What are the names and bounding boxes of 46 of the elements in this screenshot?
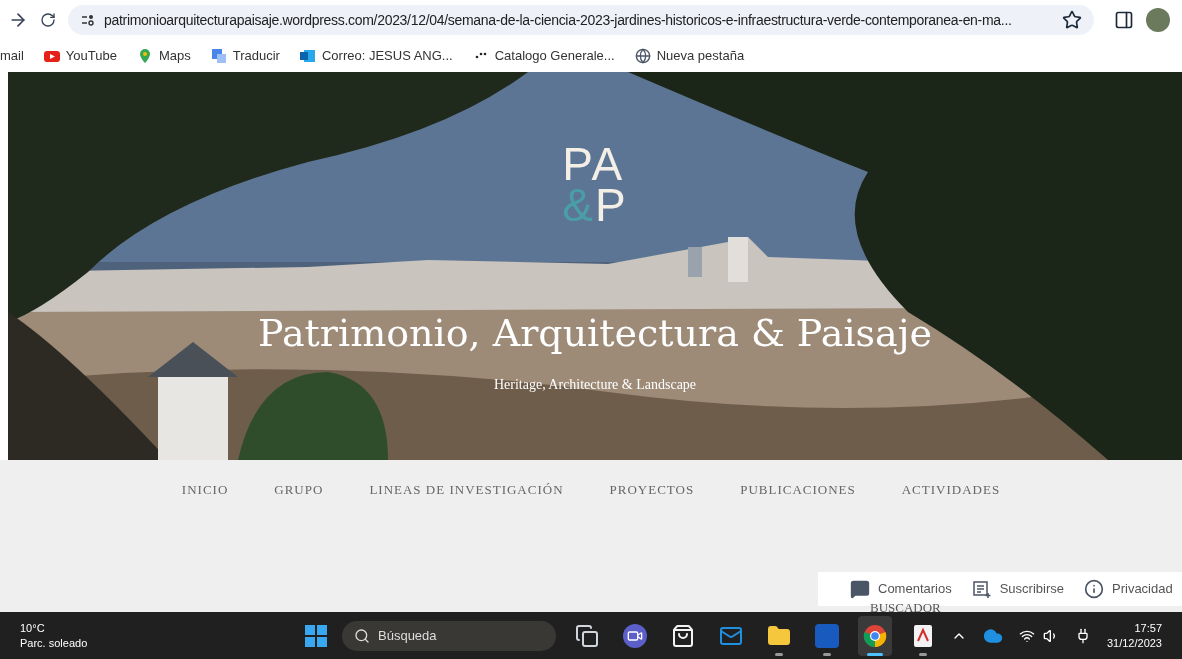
weather-text[interactable]: Parc. soleado — [20, 635, 280, 651]
store-icon — [671, 623, 695, 648]
bookmark-item[interactable]: YouTube — [43, 46, 117, 66]
mail-icon — [299, 48, 316, 64]
play-icon — [43, 48, 60, 64]
url-text: patrimonioarquitecturapaisaje.wordpress.com/2023/12/04/semana-de-la-ciencia-2023-jardines-historicos-e-infraestructura-verde-contemporanea-en-ma... — [104, 10, 1013, 30]
nav-link[interactable]: GRUPO — [274, 480, 324, 500]
address-bar[interactable]: patrimonioarquitecturapaisaje.wordpress.com/2023/12/04/semana-de-la-ciencia-2023-jardines-historicos-e-infraestructura-verde-contemporanea-en-ma... — [68, 5, 1094, 35]
follow-bar-link[interactable]: Comentarios — [850, 579, 952, 599]
follow-bar-link[interactable]: Suscribirse — [971, 579, 1064, 599]
site-logo[interactable]: PA &P — [562, 144, 628, 227]
profile-avatar[interactable] — [1146, 8, 1170, 32]
nav-link[interactable]: PUBLICACIONES — [740, 480, 856, 500]
nav-link[interactable]: PROYECTOS — [609, 480, 695, 500]
clock-date[interactable]: 31/12/2023 — [1106, 635, 1162, 651]
reload-button[interactable] — [40, 12, 56, 28]
bookmark-item[interactable]: Maps — [136, 46, 191, 66]
bookmark-item[interactable]: mail — [0, 46, 24, 66]
bookmark-item[interactable]: Catalogo Generale... — [472, 46, 615, 66]
nav-link[interactable]: ACTIVIDADES — [901, 480, 1001, 500]
comment-icon — [850, 579, 870, 599]
sidebar-heading: BUSCADOR — [870, 600, 941, 612]
taskbar-app[interactable] — [858, 615, 892, 656]
globe-icon — [634, 48, 651, 64]
nav-link[interactable]: INICIO — [181, 480, 229, 500]
follow-bar-link[interactable]: Privacidad — [1084, 579, 1173, 599]
reader-icon — [971, 579, 992, 599]
nav-link[interactable]: LINEAS DE INVESTIGACIÓN — [369, 480, 564, 500]
bookmark-item[interactable]: Traducir — [210, 46, 280, 66]
bookmark-item[interactable]: Correo: JESUS ANG... — [299, 46, 453, 66]
taskbar-search[interactable]: Búsqueda — [342, 620, 556, 651]
info-icon — [1084, 579, 1104, 599]
folder-icon — [767, 623, 791, 648]
bookmark-item[interactable]: Nueva pestaña — [634, 46, 745, 66]
bookmark-star-icon[interactable] — [1062, 10, 1082, 30]
site-settings-icon — [80, 12, 96, 28]
start-icon[interactable] — [304, 623, 328, 648]
browser-icon — [863, 623, 887, 648]
site-tagline: Heritage, Architecture & Landscape — [493, 375, 697, 394]
temperature-text[interactable]: 10°C — [20, 620, 280, 636]
video-icon — [623, 623, 647, 648]
windows-icon — [575, 623, 599, 648]
side-panel-icon[interactable] — [1114, 10, 1134, 30]
clock-time[interactable]: 17:57 — [1134, 620, 1162, 636]
search-icon — [354, 627, 370, 644]
translate-icon — [210, 48, 227, 64]
